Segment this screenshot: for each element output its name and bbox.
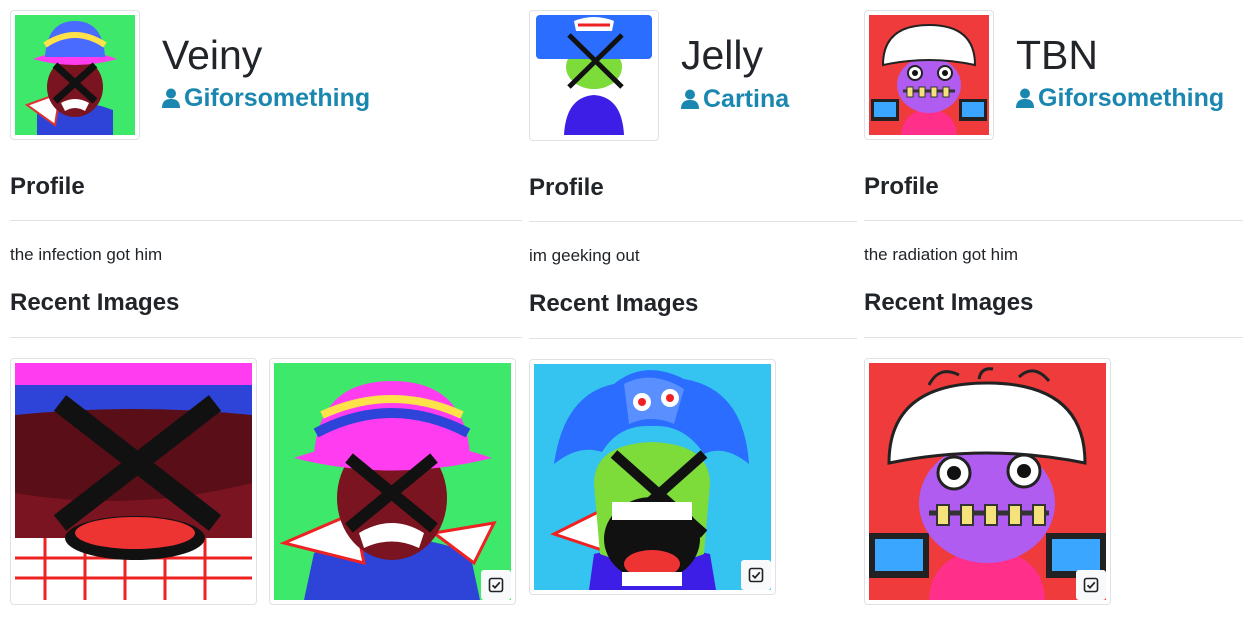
profile-card-tbn: TBN Giforsomething Profile the radiation… — [864, 0, 1243, 605]
owner-link[interactable]: Giforsomething — [162, 84, 370, 112]
owner-name: Cartina — [703, 85, 790, 113]
owner-name: Giforsomething — [184, 84, 371, 112]
profile-heading: Profile — [864, 173, 939, 200]
avatar-image — [15, 15, 135, 135]
recent-image-thumbnail[interactable] — [864, 358, 1111, 605]
divider — [529, 221, 857, 222]
divider — [10, 220, 522, 221]
divider — [864, 337, 1243, 338]
select-badge[interactable] — [1076, 570, 1106, 600]
character-name: Jelly — [681, 32, 764, 78]
check-square-icon — [748, 567, 764, 583]
profile-description: im geeking out — [529, 246, 640, 265]
recent-image — [274, 363, 511, 600]
select-badge[interactable] — [741, 560, 771, 590]
recent-image — [534, 364, 771, 590]
avatar-image — [869, 15, 989, 135]
profile-header: Jelly Cartina — [529, 0, 857, 141]
recent-image-thumbnail[interactable] — [269, 358, 516, 605]
divider — [529, 338, 857, 339]
recent-image — [869, 363, 1106, 600]
recent-images-heading: Recent Images — [10, 289, 180, 316]
check-square-icon — [1083, 577, 1099, 593]
recent-image — [15, 363, 252, 600]
check-square-icon — [488, 577, 504, 593]
character-name: TBN — [1016, 32, 1098, 78]
profile-description: the infection got him — [10, 245, 163, 264]
recent-image-thumbnail[interactable] — [10, 358, 257, 605]
divider — [10, 337, 522, 338]
avatar[interactable] — [864, 10, 994, 140]
recent-images-heading: Recent Images — [529, 290, 699, 317]
profile-card-jelly: Jelly Cartina Profile im geeking out Rec… — [529, 0, 857, 595]
profile-header: TBN Giforsomething — [864, 0, 1243, 140]
profile-heading: Profile — [10, 173, 85, 200]
profile-header: Veiny Giforsomething — [10, 0, 522, 140]
divider — [864, 220, 1243, 221]
recent-image-thumbnail[interactable] — [529, 359, 776, 595]
user-icon — [681, 89, 699, 109]
avatar[interactable] — [10, 10, 140, 140]
profile-card-veiny: Veiny Giforsomething Profile the infecti… — [10, 0, 522, 605]
select-badge[interactable] — [481, 570, 511, 600]
owner-link[interactable]: Cartina — [681, 85, 789, 113]
user-icon — [1016, 88, 1034, 108]
user-icon — [162, 88, 180, 108]
recent-images-heading: Recent Images — [864, 289, 1034, 316]
profile-heading: Profile — [529, 174, 604, 201]
owner-link[interactable]: Giforsomething — [1016, 84, 1224, 112]
owner-name: Giforsomething — [1038, 84, 1225, 112]
profile-description: the radiation got him — [864, 245, 1019, 264]
character-name: Veiny — [162, 32, 263, 78]
avatar-image — [534, 15, 654, 135]
avatar[interactable] — [529, 10, 659, 141]
